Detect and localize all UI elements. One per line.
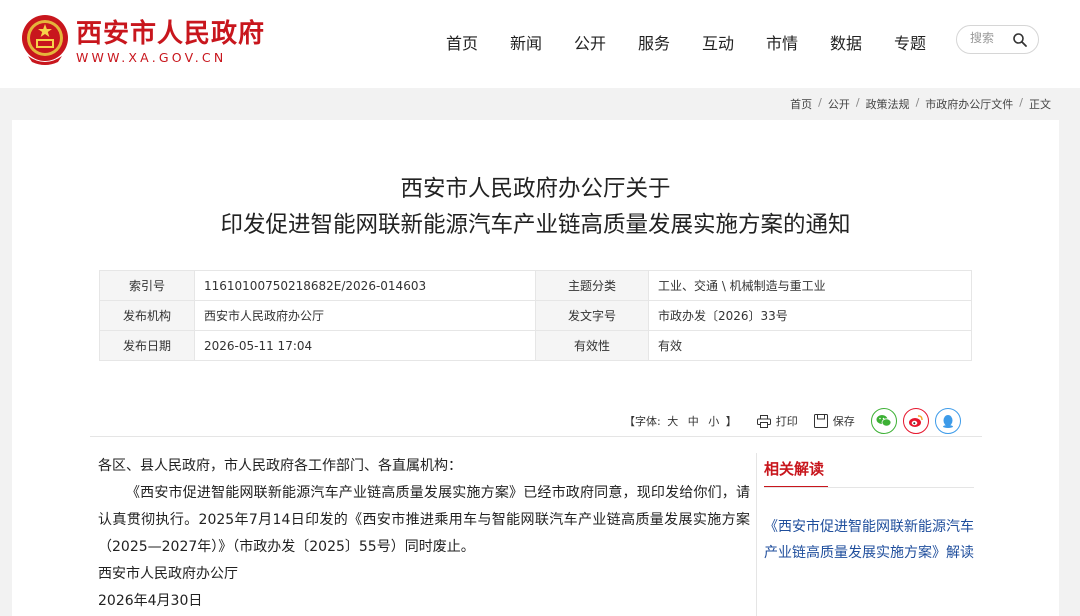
- wechat-icon: [876, 415, 892, 427]
- nav-item-data[interactable]: 数据: [814, 30, 878, 54]
- breadcrumb: 首页 / 公开 / 政策法规 / 市政府办公厅文件 / 正文: [790, 96, 1051, 112]
- related-title-underline: [764, 487, 974, 488]
- font-size-medium[interactable]: 中: [688, 415, 699, 428]
- save-button[interactable]: 保存: [813, 413, 855, 429]
- validity-label: 有效性: [535, 330, 649, 361]
- search-input[interactable]: [970, 31, 1010, 45]
- org-value: 西安市人民政府办公厅: [194, 300, 536, 331]
- article-toolbar: 【字体: 大 中 小 】 打印 保存: [624, 408, 967, 434]
- article-salutation: 各区、县人民政府，市人民政府各工作部门、各直属机构：: [98, 458, 462, 474]
- font-size-control: 【字体: 大 中 小 】: [624, 413, 737, 429]
- related-title: 相关解读: [764, 456, 828, 488]
- index-value: 11610100750218682E/2026-014603: [194, 270, 536, 301]
- column-divider: [756, 453, 757, 616]
- weibo-icon: [908, 415, 923, 427]
- article-title: 西安市人民政府办公厅关于 印发促进智能网联新能源汽车产业链高质量发展实施方案的通…: [12, 171, 1059, 243]
- font-size-small[interactable]: 小: [708, 415, 719, 428]
- article-paragraph: 《西安市促进智能网联新能源汽车产业链高质量发展实施方案》已经市政府同意，现印发给…: [98, 485, 750, 555]
- table-row: 索引号 11610100750218682E/2026-014603 主题分类 …: [99, 270, 972, 301]
- article-body: 各区、县人民政府，市人民政府各工作部门、各直属机构： 《西安市促进智能网联新能源…: [98, 453, 750, 615]
- docno-value: 市政办发〔2026〕33号: [648, 300, 972, 331]
- docno-label: 发文字号: [535, 300, 649, 331]
- breadcrumb-policy[interactable]: 政策法规: [866, 96, 910, 112]
- search-icon[interactable]: [1012, 32, 1028, 48]
- breadcrumb-office-docs[interactable]: 市政府办公厅文件: [925, 96, 1013, 112]
- article-signer: 西安市人民政府办公厅: [98, 566, 238, 582]
- breadcrumb-separator: /: [855, 96, 860, 109]
- nav-item-news[interactable]: 新闻: [494, 30, 558, 54]
- breadcrumb-separator: /: [818, 96, 822, 109]
- topic-label: 主题分类: [535, 270, 649, 301]
- save-label: 保存: [832, 415, 855, 428]
- nav-item-service[interactable]: 服务: [622, 30, 686, 54]
- toolbar-divider: [90, 436, 982, 437]
- date-value: 2026-05-11 17:04: [194, 330, 536, 361]
- table-row: 发布机构 西安市人民政府办公厅 发文字号 市政办发〔2026〕33号: [99, 300, 972, 331]
- main-nav: 首页 新闻 公开 服务 互动 市情 数据 专题: [430, 30, 942, 54]
- qq-icon: [942, 414, 953, 428]
- nav-item-public[interactable]: 公开: [558, 30, 622, 54]
- font-size-close: 】: [725, 415, 737, 428]
- article-title-line1: 西安市人民政府办公厅关于: [400, 176, 671, 202]
- breadcrumb-current: 正文: [1029, 98, 1051, 111]
- article-card: 西安市人民政府办公厅关于 印发促进智能网联新能源汽车产业链高质量发展实施方案的通…: [12, 120, 1059, 616]
- nav-item-topics[interactable]: 专题: [878, 30, 942, 54]
- font-size-large[interactable]: 大: [667, 415, 678, 428]
- breadcrumb-public[interactable]: 公开: [828, 96, 850, 112]
- related-link[interactable]: 《西安市促进智能网联新能源汽车产业链高质量发展实施方案》解读: [764, 514, 974, 566]
- print-label: 打印: [775, 415, 798, 428]
- table-row: 发布日期 2026-05-11 17:04 有效性 有效: [99, 330, 972, 361]
- share-weibo-button[interactable]: [902, 408, 929, 434]
- site-header: 西安市人民政府 WWW.XA.GOV.CN 首页 新闻 公开 服务 互动 市情 …: [0, 0, 1080, 88]
- breadcrumb-separator: /: [915, 96, 920, 109]
- validity-value: 有效: [648, 330, 972, 361]
- org-label: 发布机构: [99, 300, 195, 331]
- print-button[interactable]: 打印: [756, 413, 798, 429]
- national-emblem-icon[interactable]: [20, 12, 70, 68]
- nav-item-city-info[interactable]: 市情: [750, 30, 814, 54]
- nav-item-home[interactable]: 首页: [430, 30, 494, 54]
- date-label: 发布日期: [99, 330, 195, 361]
- nav-item-interact[interactable]: 互动: [686, 30, 750, 54]
- print-icon: [756, 414, 771, 428]
- breadcrumb-home[interactable]: 首页: [790, 96, 812, 112]
- site-logo-title[interactable]: 西安市人民政府: [76, 13, 265, 50]
- article-title-line2: 印发促进智能网联新能源汽车产业链高质量发展实施方案的通知: [220, 212, 851, 238]
- breadcrumb-separator: /: [1019, 96, 1023, 109]
- index-label: 索引号: [99, 270, 195, 301]
- article-sign-date: 2026年4月30日: [98, 593, 203, 609]
- site-logo-url: WWW.XA.GOV.CN: [76, 50, 227, 65]
- related-reading: 相关解读 《西安市促进智能网联新能源汽车产业链高质量发展实施方案》解读: [764, 456, 974, 566]
- share-wechat-button[interactable]: [870, 408, 897, 434]
- save-icon: [813, 414, 828, 428]
- font-size-label: 【字体:: [624, 415, 661, 428]
- search-box: [956, 25, 1039, 54]
- share-qq-button[interactable]: [934, 408, 961, 434]
- topic-value: 工业、交通 \ 机械制造与重工业: [648, 270, 972, 301]
- document-info-table: 索引号 11610100750218682E/2026-014603 主题分类 …: [99, 270, 972, 361]
